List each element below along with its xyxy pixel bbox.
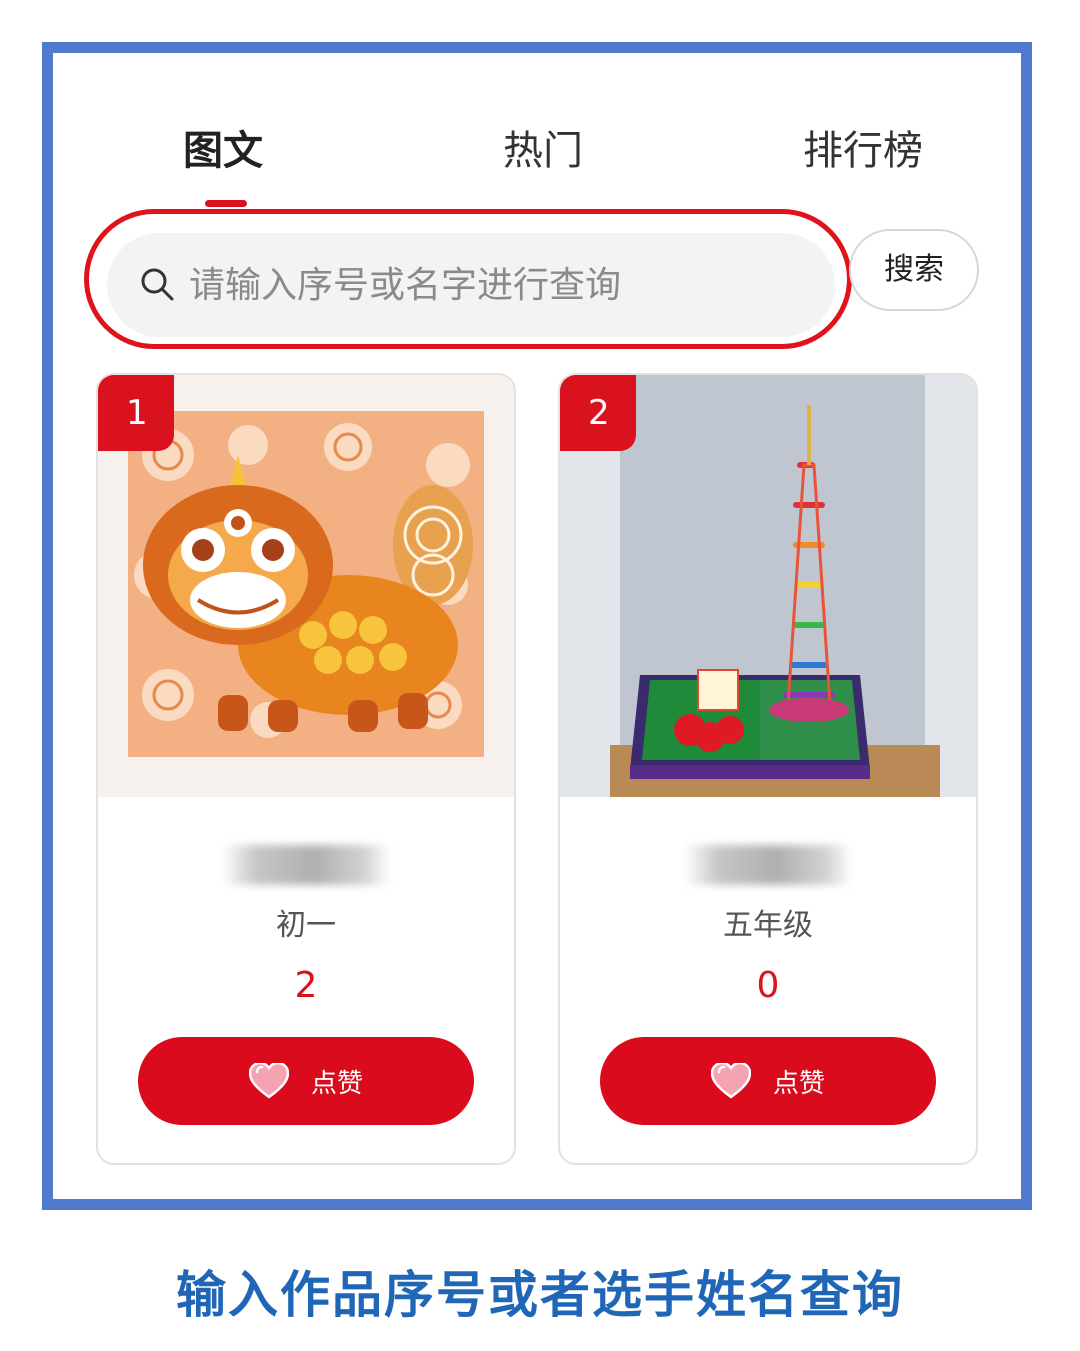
entry-grade: 初一	[276, 908, 336, 943]
screenshot-frame: 图文 热门 排行榜 搜索	[42, 42, 1032, 1210]
active-tab-indicator	[205, 200, 247, 207]
tab-popular[interactable]: 热门	[483, 121, 603, 181]
search-icon	[141, 268, 174, 301]
tab-graphic[interactable]: 图文	[163, 121, 283, 181]
entry-vote-count: 0	[756, 965, 780, 1006]
tab-leaderboard[interactable]: 排行榜	[783, 121, 943, 181]
blurred-contestant-name	[684, 845, 852, 885]
like-button-label: 点赞	[772, 1068, 825, 1099]
entry-card[interactable]: 1 初一 2 点赞	[96, 373, 516, 1165]
entry-vote-count: 2	[294, 965, 318, 1006]
search-bar[interactable]	[107, 233, 835, 337]
entry-card[interactable]: 2 五年级 0 点赞	[558, 373, 978, 1165]
like-button[interactable]: 点赞	[600, 1037, 936, 1125]
search-input[interactable]	[189, 233, 809, 337]
blurred-contestant-name	[222, 845, 390, 885]
like-button-label: 点赞	[310, 1068, 363, 1099]
rank-badge: 2	[560, 375, 636, 451]
heart-icon	[248, 1063, 289, 1099]
search-button[interactable]: 搜索	[849, 229, 979, 311]
tab-bar: 图文 热门 排行榜	[53, 53, 1021, 233]
instruction-caption: 输入作品序号或者选手姓名查询	[176, 1266, 904, 1324]
like-button[interactable]: 点赞	[138, 1037, 474, 1125]
heart-icon	[710, 1063, 751, 1099]
entry-grade: 五年级	[723, 908, 813, 943]
rank-badge: 1	[98, 375, 174, 451]
